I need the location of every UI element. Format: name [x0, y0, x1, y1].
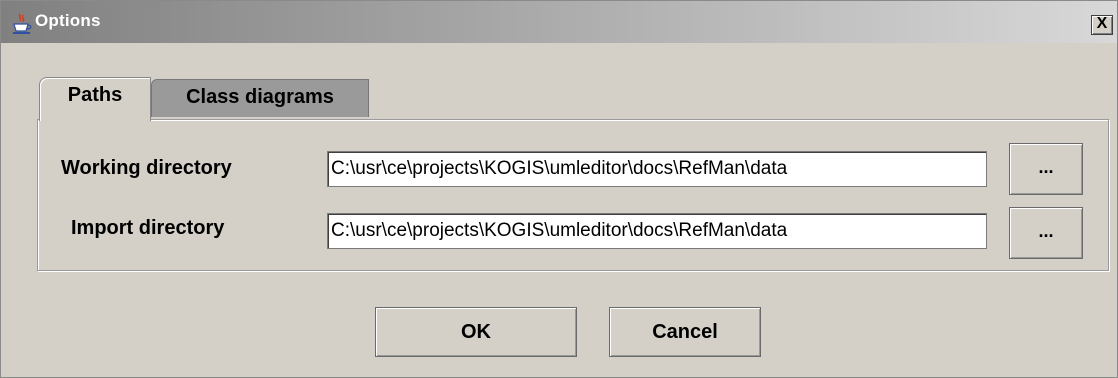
tab-label: Class diagrams: [186, 86, 334, 108]
close-icon: X: [1096, 15, 1108, 32]
cancel-button[interactable]: Cancel: [609, 307, 761, 357]
close-button[interactable]: X: [1091, 15, 1113, 35]
tab-class-diagrams[interactable]: Class diagrams: [151, 79, 369, 117]
java-cup-icon: [13, 13, 32, 34]
import-directory-browse-button[interactable]: ...: [1009, 207, 1083, 259]
working-directory-field[interactable]: C:\usr\ce\projects\KOGIS\umleditor\docs\…: [327, 151, 987, 187]
options-dialog: Options X Class diagrams Paths Working d…: [0, 0, 1118, 378]
working-directory-browse-button[interactable]: ...: [1009, 143, 1083, 195]
ok-button[interactable]: OK: [375, 307, 577, 357]
title-bar[interactable]: Options X: [1, 1, 1117, 43]
window-title: Options: [35, 11, 101, 30]
tab-paths[interactable]: Paths: [39, 77, 151, 121]
import-directory-label: Import directory: [71, 217, 225, 239]
tab-label: Paths: [67, 84, 123, 106]
working-directory-label: Working directory: [61, 157, 232, 179]
import-directory-field[interactable]: C:\usr\ce\projects\KOGIS\umleditor\docs\…: [327, 213, 987, 249]
